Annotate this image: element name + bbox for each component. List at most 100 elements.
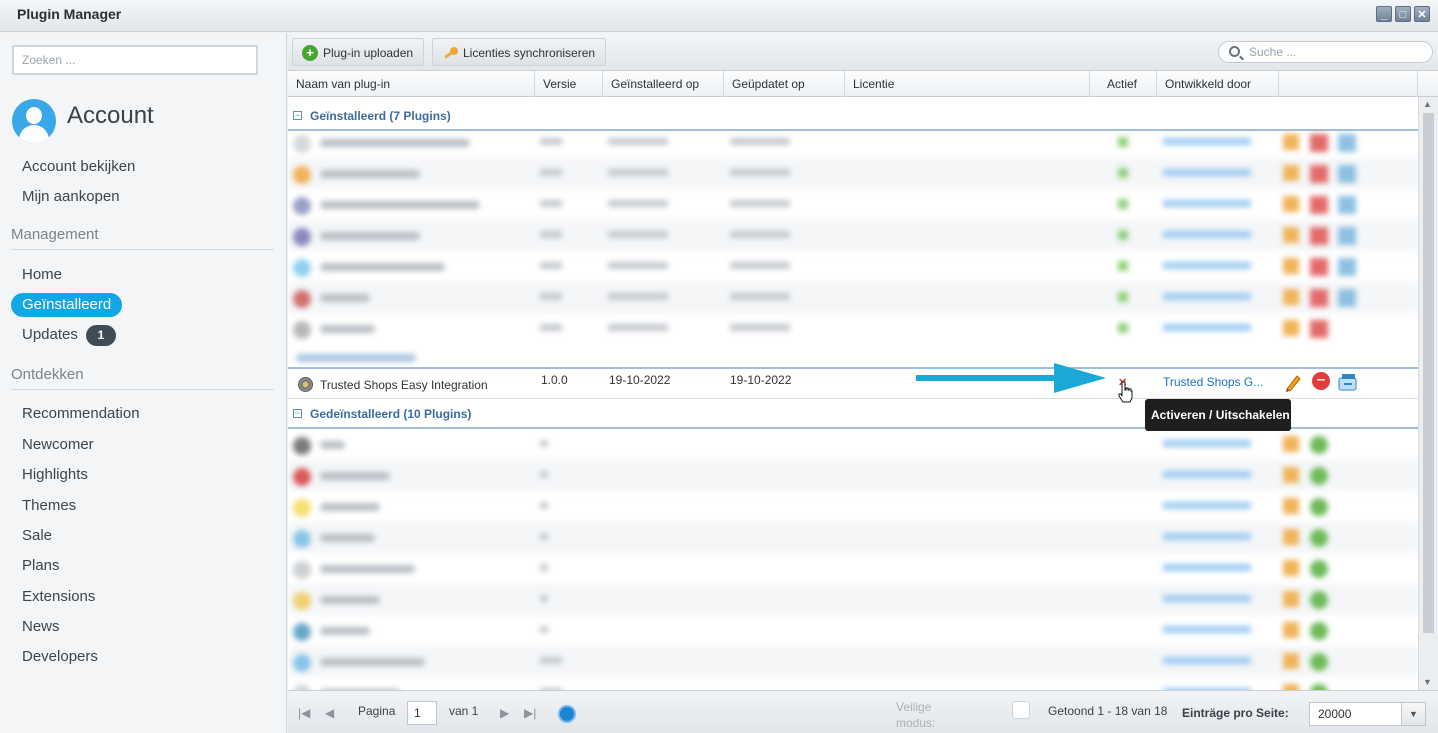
sidebar: Zoeken ... Account Account bekijken Mijn… <box>0 33 287 733</box>
scroll-up-icon[interactable]: ▲ <box>1423 99 1432 109</box>
main-panel: + Plug-in uploaden Licenties synchronise… <box>288 33 1438 733</box>
table-row[interactable] <box>288 615 1418 646</box>
col-actions <box>1279 71 1418 97</box>
table-row[interactable] <box>288 646 1418 677</box>
sidebar-item-account-view[interactable]: Account bekijken <box>22 158 135 175</box>
page-of-label: van 1 <box>449 704 479 718</box>
sidebar-item-my-purchases[interactable]: Mijn aankopen <box>22 188 120 205</box>
table-row[interactable] <box>288 220 1418 251</box>
close-button[interactable]: ✕ <box>1414 6 1430 22</box>
per-page-value: 20000 <box>1318 707 1352 721</box>
group-installed-label: Geïnstalleerd (7 Plugins) <box>310 109 451 123</box>
shown-count: Getoond 1 - 18 van 18 <box>1048 704 1168 718</box>
collapse-icon[interactable]: − <box>293 409 302 418</box>
key-icon <box>442 45 458 61</box>
sidebar-item-news[interactable]: News <box>22 618 60 635</box>
minimize-button[interactable]: _ <box>1376 6 1392 22</box>
grid-header: Naam van plug-in Versie Geïnstalleerd op… <box>288 71 1438 97</box>
first-page-icon[interactable]: |◀ <box>298 706 310 720</box>
sidebar-item-updates[interactable]: Updates <box>22 326 78 343</box>
scroll-thumb[interactable] <box>1423 113 1434 633</box>
safe-mode-label: Veilige modus: <box>896 700 936 730</box>
table-row-trusted-shops[interactable]: Trusted Shops Easy Integration 1.0.0 19-… <box>288 367 1418 399</box>
per-page-select[interactable]: 20000 ▼ <box>1309 702 1426 726</box>
pager-bar: |◀ ◀ Pagina 1 van 1 ▶ ▶| Veilige modus: … <box>288 690 1438 733</box>
col-name[interactable]: Naam van plug-in <box>288 71 535 97</box>
sidebar-item-highlights[interactable]: Highlights <box>22 466 88 483</box>
sidebar-item-recommendation[interactable]: Recommendation <box>22 405 140 422</box>
hand-cursor-icon <box>1118 381 1133 403</box>
col-updated-on[interactable]: Geüpdatet op <box>724 71 845 97</box>
per-page-label: Einträge pro Seite: <box>1182 706 1289 720</box>
table-row[interactable] <box>288 677 1418 690</box>
refresh-icon[interactable] <box>558 705 576 723</box>
next-page-icon[interactable]: ▶ <box>500 706 509 720</box>
table-row[interactable] <box>288 491 1418 522</box>
table-row <box>288 342 1418 366</box>
tooltip-activate-toggle: Activeren / Uitschakelen <box>1145 399 1291 431</box>
scroll-down-icon[interactable]: ▼ <box>1423 677 1432 687</box>
sync-licenses-label: Licenties synchroniseren <box>463 46 596 60</box>
col-version[interactable]: Versie <box>535 71 603 97</box>
plugin-updated-on: 19-10-2022 <box>730 373 792 387</box>
minus-circle-icon[interactable]: – <box>1312 372 1330 390</box>
table-row[interactable] <box>288 553 1418 584</box>
window-title: Plugin Manager <box>17 6 122 22</box>
grid-scrollbar[interactable]: ▲ ▼ <box>1418 97 1438 690</box>
sync-licenses-button[interactable]: Licenties synchroniseren <box>432 38 607 66</box>
grid-search-input[interactable]: Suche ... <box>1218 41 1433 63</box>
updates-count-badge: 1 <box>86 325 116 346</box>
col-license[interactable]: Licentie <box>845 71 1090 97</box>
table-row[interactable] <box>288 158 1418 189</box>
sidebar-item-extensions[interactable]: Extensions <box>22 588 95 605</box>
sidebar-item-plans[interactable]: Plans <box>22 557 60 574</box>
sidebar-item-developers[interactable]: Developers <box>22 648 98 665</box>
col-active[interactable]: Actief <box>1090 71 1157 97</box>
table-row[interactable] <box>288 313 1418 344</box>
toolbar: + Plug-in uploaden Licenties synchronise… <box>288 33 1438 71</box>
account-title: Account <box>67 102 154 129</box>
plus-icon: + <box>302 45 318 61</box>
avatar-icon <box>12 99 56 143</box>
page-number-input[interactable]: 1 <box>407 701 437 725</box>
last-page-icon[interactable]: ▶| <box>524 706 536 720</box>
col-installed-on[interactable]: Geïnstalleerd op <box>603 71 724 97</box>
search-icon <box>1229 46 1240 57</box>
table-row[interactable] <box>288 522 1418 553</box>
table-row[interactable] <box>288 584 1418 615</box>
sidebar-item-sale[interactable]: Sale <box>22 527 52 544</box>
pencil-icon[interactable] <box>1284 371 1301 393</box>
table-row[interactable] <box>288 429 1418 460</box>
search-placeholder: Suche ... <box>1249 45 1297 59</box>
reinstall-icon[interactable] <box>1338 372 1357 391</box>
plugin-installed-on: 19-10-2022 <box>609 373 671 387</box>
annotation-arrow-icon <box>916 363 1106 393</box>
plugin-grid: − Geïnstalleerd (7 Plugins) Trusted Shop… <box>288 97 1418 690</box>
table-row[interactable] <box>288 189 1418 220</box>
section-management: Management <box>11 226 99 243</box>
sidebar-item-installed[interactable]: Geïnstalleerd <box>11 293 123 317</box>
chevron-down-icon[interactable]: ▼ <box>1401 703 1425 725</box>
window-titlebar: Plugin Manager _ □ ✕ <box>0 0 1438 32</box>
col-developer[interactable]: Ontwikkeld door <box>1157 71 1279 97</box>
maximize-button[interactable]: □ <box>1395 6 1411 22</box>
divider <box>11 249 274 250</box>
plugin-name: Trusted Shops Easy Integration <box>320 378 488 392</box>
upload-plugin-button[interactable]: + Plug-in uploaden <box>292 38 425 66</box>
divider <box>11 389 274 390</box>
page-label: Pagina <box>358 704 396 718</box>
table-row[interactable] <box>288 282 1418 313</box>
collapse-icon[interactable]: − <box>293 111 302 120</box>
safe-mode-checkbox[interactable] <box>1012 701 1030 719</box>
section-discover: Ontdekken <box>11 366 84 383</box>
sidebar-item-newcomer[interactable]: Newcomer <box>22 436 94 453</box>
table-row[interactable] <box>288 127 1418 158</box>
plugin-logo-icon <box>298 377 313 392</box>
developer-link[interactable]: Trusted Shops G... <box>1163 375 1263 389</box>
sidebar-search-input[interactable]: Zoeken ... <box>12 45 258 75</box>
table-row[interactable] <box>288 460 1418 491</box>
sidebar-item-themes[interactable]: Themes <box>22 497 76 514</box>
sidebar-item-home[interactable]: Home <box>22 266 62 283</box>
prev-page-icon[interactable]: ◀ <box>325 706 334 720</box>
table-row[interactable] <box>288 251 1418 282</box>
